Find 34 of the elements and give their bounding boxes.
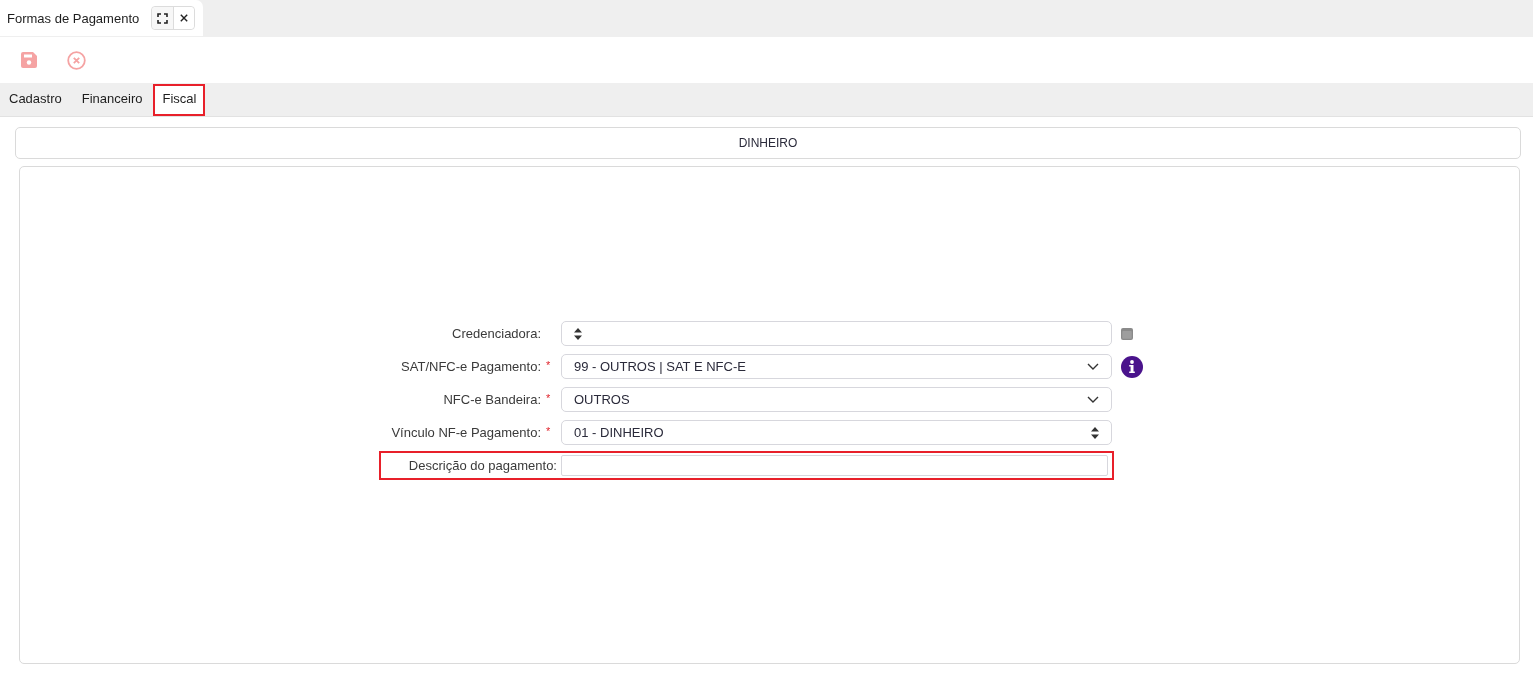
input-field[interactable] <box>561 455 1108 476</box>
select-field[interactable] <box>561 321 1112 346</box>
field-label: Descrição do pagamento: <box>408 458 557 473</box>
close-button[interactable] <box>173 7 195 29</box>
field-label: SAT/NFC-e Pagamento: <box>401 359 541 374</box>
save-button[interactable] <box>21 52 37 68</box>
field-label: Credenciadora: <box>452 326 541 341</box>
select-field[interactable]: 99 - OUTROS | SAT E NFC-E <box>561 354 1112 379</box>
select-field[interactable]: OUTROS <box>561 387 1112 412</box>
required-marker: * <box>546 425 552 437</box>
chevron-down-icon <box>1087 363 1099 370</box>
chevron-down-icon <box>1087 396 1099 403</box>
sort-arrows-icon <box>574 327 582 340</box>
close-icon <box>180 14 189 22</box>
maximize-button[interactable] <box>152 7 174 29</box>
cancel-button[interactable] <box>67 50 86 70</box>
required-marker: * <box>546 359 552 371</box>
circle-x-icon <box>67 50 86 70</box>
sort-arrows-icon <box>1091 426 1099 439</box>
window-button[interactable] <box>1121 327 1133 340</box>
window-icon <box>1121 327 1133 340</box>
window-tab-title: Formas de Pagamento <box>7 10 140 26</box>
record-header: DINHEIRO <box>15 127 1521 159</box>
field-label: Vínculo NF-e Pagamento: <box>391 425 541 440</box>
expand-icon <box>157 12 169 24</box>
select-field[interactable]: 01 - DINHEIRO <box>561 420 1112 445</box>
tab[interactable]: Financeiro <box>72 84 152 116</box>
tab[interactable]: Fiscal <box>153 84 206 116</box>
info-icon <box>1121 355 1143 378</box>
window-tab[interactable]: Formas de Pagamento <box>0 0 203 36</box>
required-marker: * <box>546 392 552 404</box>
field-label: NFC-e Bandeira: <box>443 392 541 407</box>
tab[interactable]: Cadastro <box>0 84 71 116</box>
info-button[interactable] <box>1121 355 1143 378</box>
